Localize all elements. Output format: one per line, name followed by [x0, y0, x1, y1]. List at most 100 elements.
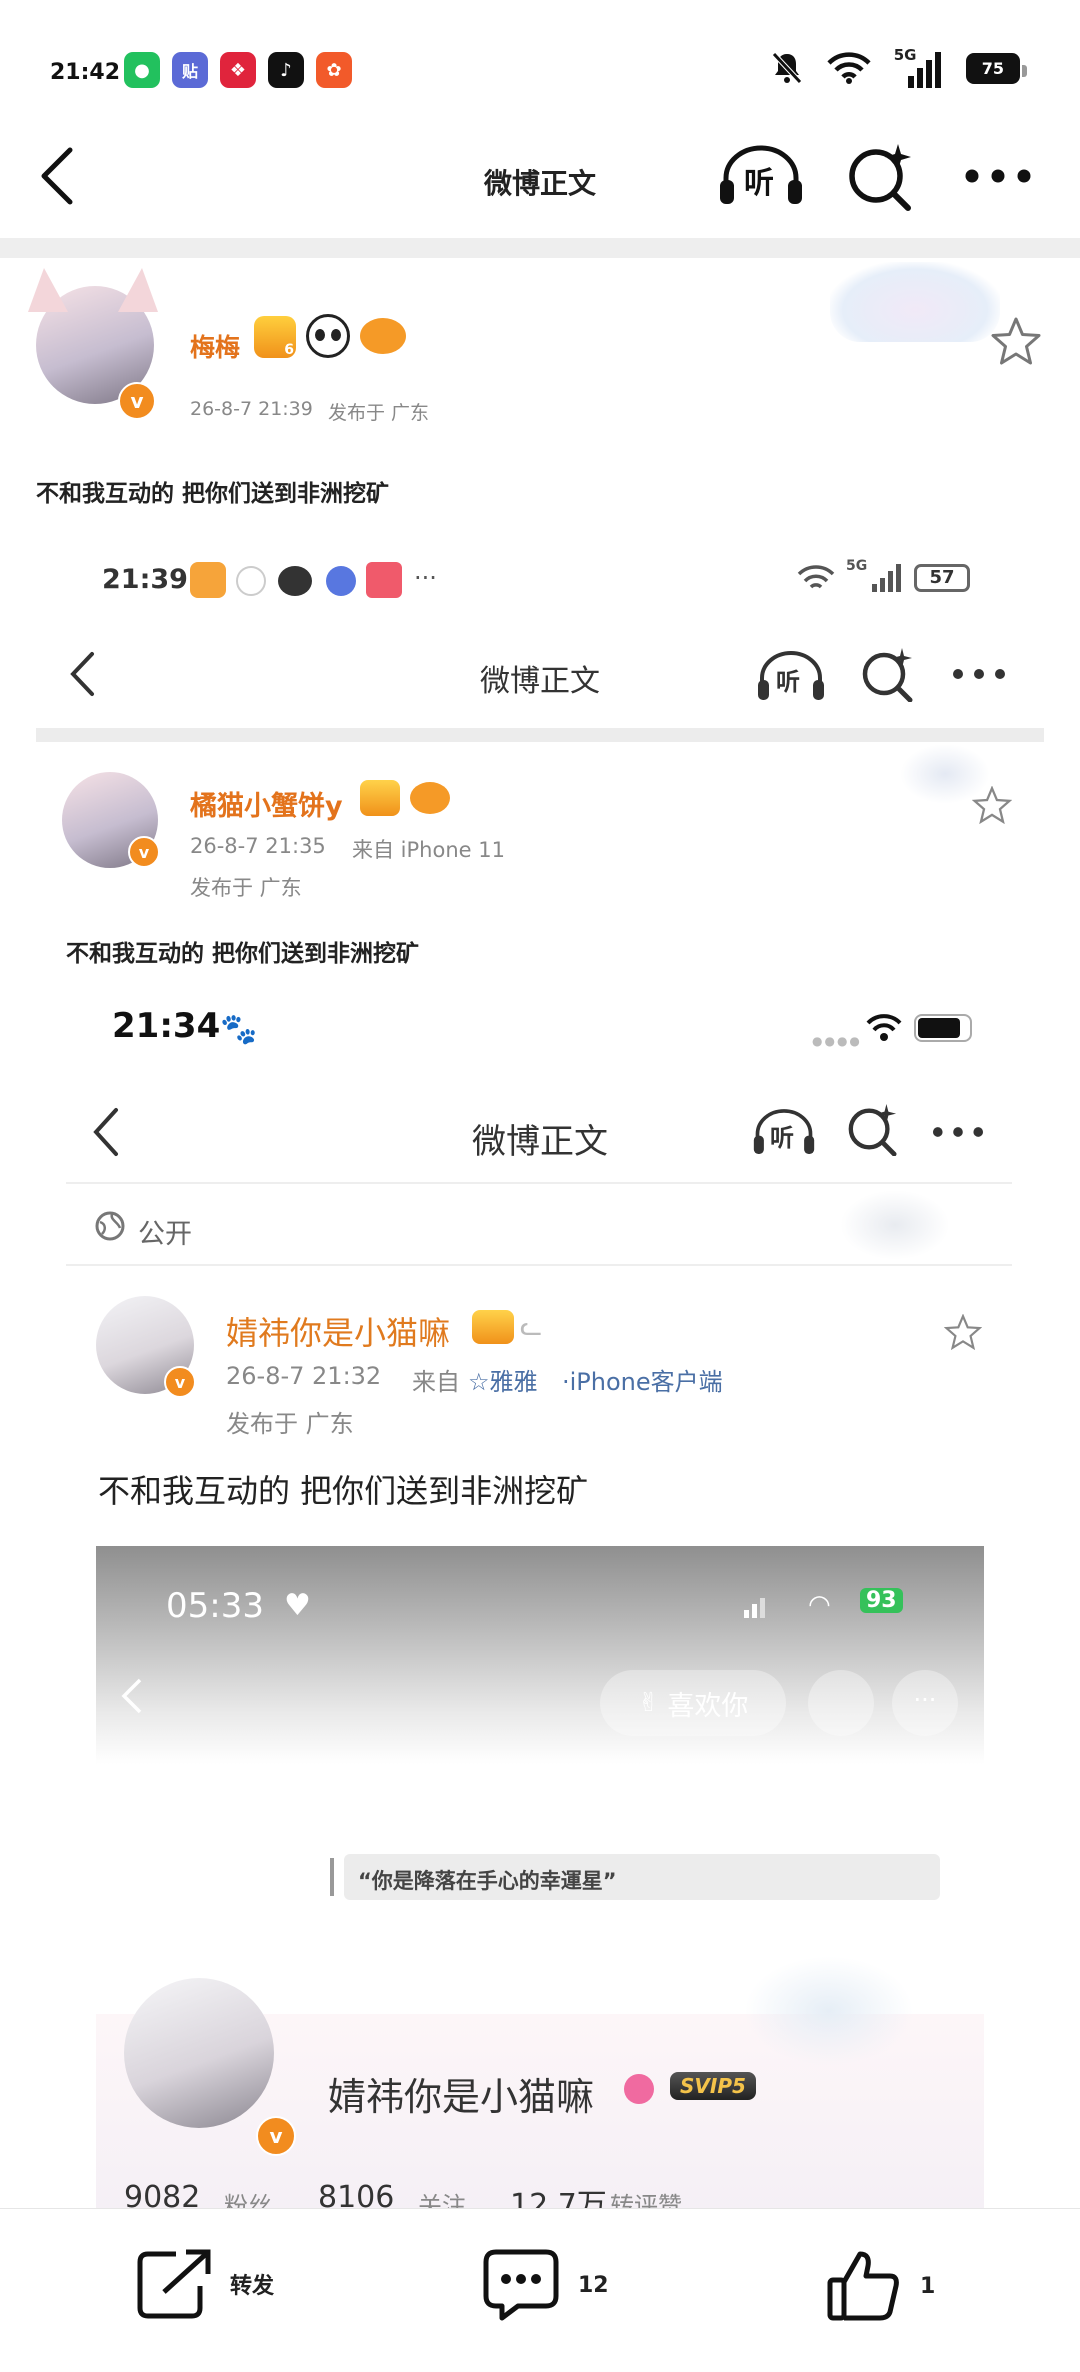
comment-button[interactable]: 12	[482, 2248, 609, 2322]
divider	[66, 1182, 1012, 1184]
wifi-icon: ◠	[808, 1590, 831, 1620]
embed1-nav-title: 微博正文	[480, 664, 600, 699]
panda-icon	[306, 314, 350, 358]
stat-following-value: 8106	[318, 2180, 395, 2208]
listen-label: 听	[770, 1124, 794, 1152]
post-image[interactable]: 05:33 ♥ ◠ 93 ✌ 喜欢你 ··· “你是降落在手心的幸運星” v 婧…	[96, 1546, 984, 2208]
fish-icon	[360, 318, 406, 354]
listen-label: 听	[744, 166, 774, 201]
stat-interactions-value: 12.7万	[510, 2188, 607, 2208]
profile-avatar	[124, 1978, 274, 2128]
crown-icon	[360, 780, 400, 816]
battery-indicator: 57	[914, 564, 970, 592]
star-icon	[944, 1314, 982, 1350]
app-icon	[326, 566, 356, 596]
network-type: 5G	[893, 46, 917, 64]
star-icon[interactable]	[990, 316, 1042, 366]
tiktok-icon: ♪	[268, 52, 304, 88]
more-dots-icon: ···	[892, 1670, 958, 1736]
wifi-icon	[827, 52, 871, 84]
decoration-sticker	[840, 1190, 950, 1260]
hand-icon: ✌	[637, 1688, 660, 1718]
embed2-status-time: 21:34	[112, 1006, 221, 1046]
post-timestamp: 26-8-7 21:39	[190, 398, 313, 420]
comment-count: 12	[578, 2272, 609, 2298]
like-you-button: ✌ 喜欢你	[600, 1670, 786, 1736]
embed2-author-name: 婧祎你是小猫嘛	[226, 1314, 451, 1352]
embed2-location: 发布于 广东	[226, 1410, 354, 1438]
network-type: 5G	[846, 558, 868, 574]
profile-name: 婧祎你是小猫嘛	[328, 2075, 595, 2119]
quote-box: “你是降落在手心的幸運星”	[330, 1854, 940, 1900]
level-number: 6	[284, 342, 294, 358]
tieba-icon: 贴	[172, 52, 208, 88]
heart-icon: ♥	[284, 1588, 311, 1623]
mute-icon	[771, 52, 802, 84]
signal-icon: 5G	[893, 46, 944, 88]
thumbs-up-icon	[827, 2251, 899, 2321]
verified-icon: v	[256, 2116, 296, 2156]
repost-icon	[137, 2249, 211, 2319]
avatar-cat-ear	[118, 268, 158, 312]
embed1-author-name: 橘猫小蟹饼y	[190, 791, 343, 822]
battery-indicator: 75	[965, 52, 1028, 84]
more-dots-icon[interactable]	[964, 166, 1032, 186]
like-button[interactable]: 1	[826, 2248, 935, 2324]
search-icon	[808, 1670, 874, 1736]
more-dots-icon	[932, 1127, 984, 1137]
status-time: 21:42	[50, 60, 121, 85]
like-count: 1	[920, 2273, 936, 2299]
repost-label: 转发	[230, 2274, 275, 2299]
embed2-source-name: ☆雅雅	[468, 1368, 538, 1396]
embed1-timestamp: 26-8-7 21:35	[190, 834, 326, 858]
quote-text: “你是降落在手心的幸運星”	[358, 1869, 617, 1893]
verified-icon: v	[118, 382, 156, 420]
signal-icon	[872, 562, 902, 592]
fish-icon	[410, 782, 450, 814]
quote-bar	[330, 1858, 334, 1896]
signal-icon	[744, 1596, 774, 1618]
search-sparkle-icon	[848, 1103, 897, 1156]
stat-followers-label: 粉丝	[224, 2192, 272, 2208]
star-icon	[972, 786, 1012, 824]
heart-icon	[190, 562, 226, 598]
post-text: 不和我互动的 把你们送到非洲挖矿	[36, 481, 390, 507]
battery-indicator	[914, 1014, 972, 1042]
paw-icon: 🐾	[220, 1012, 258, 1047]
embed1-source: 来自 iPhone 11	[352, 838, 505, 862]
globe-icon	[95, 1211, 125, 1241]
search-sparkle-icon[interactable]	[846, 142, 916, 212]
wifi-icon	[797, 565, 835, 589]
listen-button[interactable]: 听	[718, 142, 804, 208]
crown-level-icon: 6	[254, 316, 296, 358]
more-notifications-icon: ···	[414, 564, 437, 592]
repost-button[interactable]: 转发	[136, 2248, 274, 2320]
weibo-icon	[236, 566, 266, 596]
stat-followers-value: 9082	[124, 2180, 201, 2208]
battery-indicator: 93	[860, 1588, 903, 1613]
search-sparkle-icon	[862, 648, 913, 702]
kuaishou-icon: ✿	[316, 52, 352, 88]
listen-button: 听	[752, 1104, 816, 1160]
avatar-cat-ear	[28, 268, 68, 312]
pinduoduo-icon: ❖	[220, 52, 256, 88]
wechat-icon: ●	[124, 52, 160, 88]
comment-icon	[483, 2249, 559, 2321]
verified-icon: v	[128, 836, 160, 868]
embed1-location: 发布于 广东	[190, 876, 302, 900]
embed1-status-time: 21:39	[102, 564, 188, 595]
embed2-timestamp: 26-8-7 21:32	[226, 1362, 382, 1390]
like-you-label: 喜欢你	[667, 1690, 749, 1722]
video-app-icon	[366, 562, 402, 598]
author-name[interactable]: 梅梅	[190, 328, 240, 364]
female-icon	[624, 2074, 654, 2104]
section-divider	[0, 238, 1080, 258]
cat-icon: ᓚ	[520, 1312, 543, 1342]
listen-button: 听	[756, 648, 826, 704]
embed2-post-text: 不和我互动的 把你们送到非洲挖矿	[98, 1472, 589, 1510]
visibility-label: 公开	[138, 1219, 192, 1250]
listen-label: 听	[776, 668, 800, 696]
embed3-status-time: 05:33	[166, 1586, 264, 1626]
page-title: 微博正文	[483, 167, 596, 200]
divider	[66, 1264, 1012, 1266]
